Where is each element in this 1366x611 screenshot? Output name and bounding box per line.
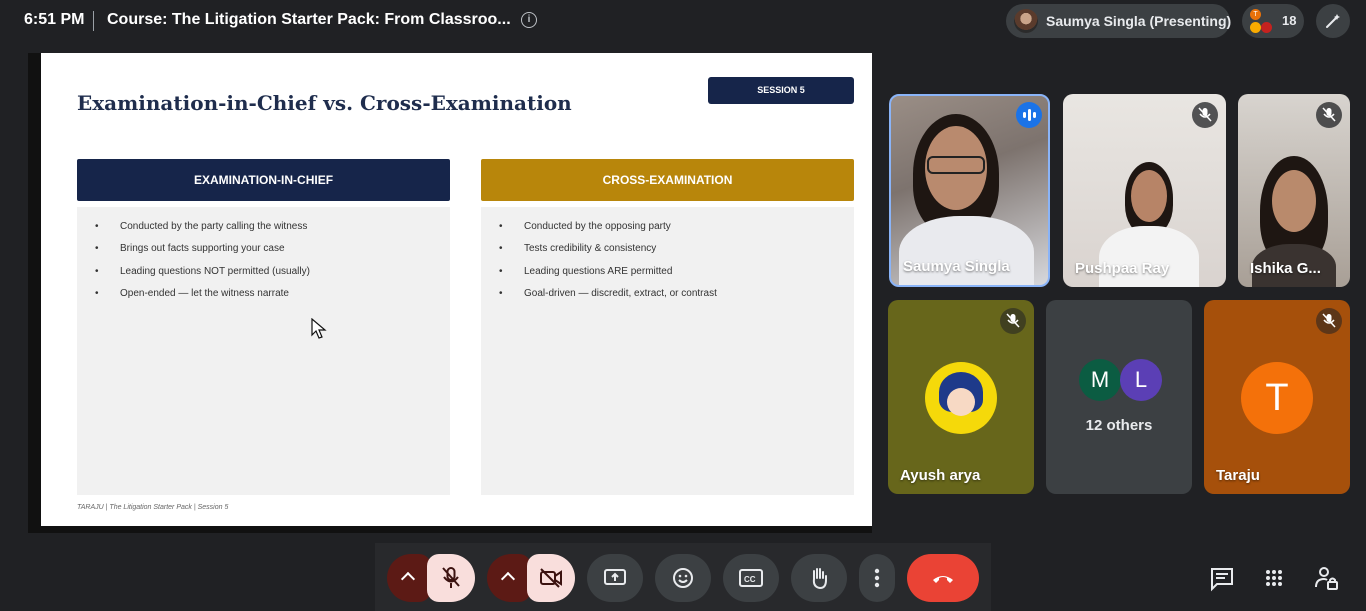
mic-off-icon (1316, 102, 1342, 128)
info-icon[interactable]: i (521, 12, 537, 28)
participants-button[interactable]: T 18 (1242, 4, 1304, 38)
raise-hand-icon (812, 568, 827, 590)
glasses-shape (927, 156, 985, 174)
avatar-m: M (1079, 359, 1121, 401)
participant-tile-others[interactable]: M L 12 others (1046, 300, 1192, 494)
end-call-icon (933, 576, 953, 583)
raise-hand-button[interactable] (791, 554, 847, 602)
video-options-button[interactable] (487, 554, 531, 602)
avatar-l: L (1120, 359, 1162, 401)
participant-tile-saumya[interactable]: Saumya Singla (889, 94, 1050, 287)
bullet-item: Open-ended — let the witness narrate (95, 288, 310, 310)
more-options-icon (874, 568, 880, 588)
annotate-button[interactable] (1316, 4, 1350, 38)
others-count-label: 12 others (1085, 417, 1153, 434)
leave-call-button[interactable] (907, 554, 979, 602)
present-screen-button[interactable] (587, 554, 643, 602)
bullet-list: Conducted by the party calling the witne… (95, 221, 310, 310)
video-person-body (1099, 226, 1199, 287)
camera-off-icon (540, 568, 562, 588)
chevron-up-icon (400, 571, 416, 587)
top-bar: 6:51 PM Course: The Litigation Starter P… (0, 0, 1366, 42)
reactions-button[interactable] (655, 554, 711, 602)
video-person-face (1131, 170, 1167, 222)
session-badge: SESSION 5 (708, 77, 854, 104)
bullet-item: Goal-driven — discredit, extract, or con… (499, 288, 717, 310)
participant-avatar-dot (1250, 22, 1261, 33)
mic-off-icon (1316, 308, 1342, 334)
participant-tile-pushpaa[interactable]: Pushpaa Ray (1063, 94, 1226, 287)
presenter-name: Saumya Singla (Presenting) (1046, 13, 1232, 29)
chat-icon[interactable] (1207, 563, 1237, 593)
column-heading-examination-in-chief: EXAMINATION-IN-CHIEF (77, 159, 450, 201)
meet-window: 6:51 PM Course: The Litigation Starter P… (0, 0, 1366, 611)
participant-tile-taraju[interactable]: T Taraju (1204, 300, 1350, 494)
more-options-button[interactable] (859, 554, 895, 602)
avatar-t: T (1241, 362, 1313, 434)
pen-sparkle-icon (1326, 14, 1340, 28)
mic-off-icon (442, 567, 460, 588)
profile-avatar-image (925, 362, 997, 434)
column-body-examination-in-chief: Conducted by the party calling the witne… (77, 207, 450, 495)
bullet-item: Tests credibility & consistency (499, 243, 717, 265)
apps-grid-icon[interactable] (1259, 563, 1289, 593)
chevron-up-icon (500, 571, 516, 587)
participant-name: Ishika G... (1250, 260, 1321, 277)
bullet-item: Brings out facts supporting your case (95, 243, 310, 265)
participant-name: Ayush arya (900, 467, 981, 484)
mic-toggle-button[interactable] (427, 554, 475, 602)
emoji-icon (673, 568, 693, 588)
participant-name: Pushpaa Ray (1075, 260, 1170, 277)
participant-avatar-t: T (1250, 9, 1261, 20)
title-divider (93, 11, 94, 31)
video-person-face (1272, 170, 1316, 232)
participant-name: Saumya Singla (903, 258, 1010, 275)
present-screen-icon (604, 569, 626, 585)
participant-tile-ishika[interactable]: Ishika G... (1238, 94, 1350, 287)
column-heading-cross-examination: CROSS-EXAMINATION (481, 159, 854, 201)
column-body-cross-examination: Conducted by the opposing party Tests cr… (481, 207, 854, 495)
svg-text:CC: CC (744, 575, 756, 584)
audio-options-button[interactable] (387, 554, 431, 602)
captions-button[interactable]: CC (723, 554, 779, 602)
captions-icon: CC (739, 569, 763, 587)
clock-time: 6:51 PM (24, 11, 85, 28)
camera-toggle-button[interactable] (527, 554, 575, 602)
slide-footer: TARAJU | The Litigation Starter Pack | S… (77, 504, 229, 511)
meeting-title: Course: The Litigation Starter Pack: Fro… (107, 11, 511, 28)
presenter-chip[interactable]: Saumya Singla (Presenting) (1006, 4, 1232, 38)
bullet-item: Leading questions NOT permitted (usually… (95, 266, 310, 288)
shared-slide: Examination-in-Chief vs. Cross-Examinati… (41, 53, 872, 526)
participant-avatar-dot (1261, 22, 1272, 33)
bullet-item: Leading questions ARE permitted (499, 266, 717, 288)
participant-name: Taraju (1216, 467, 1260, 484)
slide-title: Examination-in-Chief vs. Cross-Examinati… (77, 91, 572, 115)
avatar-face-shape (947, 388, 975, 416)
participant-tile-ayush[interactable]: Ayush arya (888, 300, 1034, 494)
lock-person-icon[interactable] (1311, 563, 1341, 593)
presenter-avatar (1014, 9, 1038, 33)
bullet-list: Conducted by the opposing party Tests cr… (499, 221, 717, 310)
bullet-item: Conducted by the party calling the witne… (95, 221, 310, 243)
participant-count: 18 (1282, 13, 1297, 28)
mic-off-icon (1192, 102, 1218, 128)
bullet-item: Conducted by the opposing party (499, 221, 717, 243)
mouse-cursor-icon (311, 318, 327, 339)
video-person-body (899, 216, 1034, 285)
mic-off-icon (1000, 308, 1026, 334)
speaking-indicator-icon (1016, 102, 1042, 128)
